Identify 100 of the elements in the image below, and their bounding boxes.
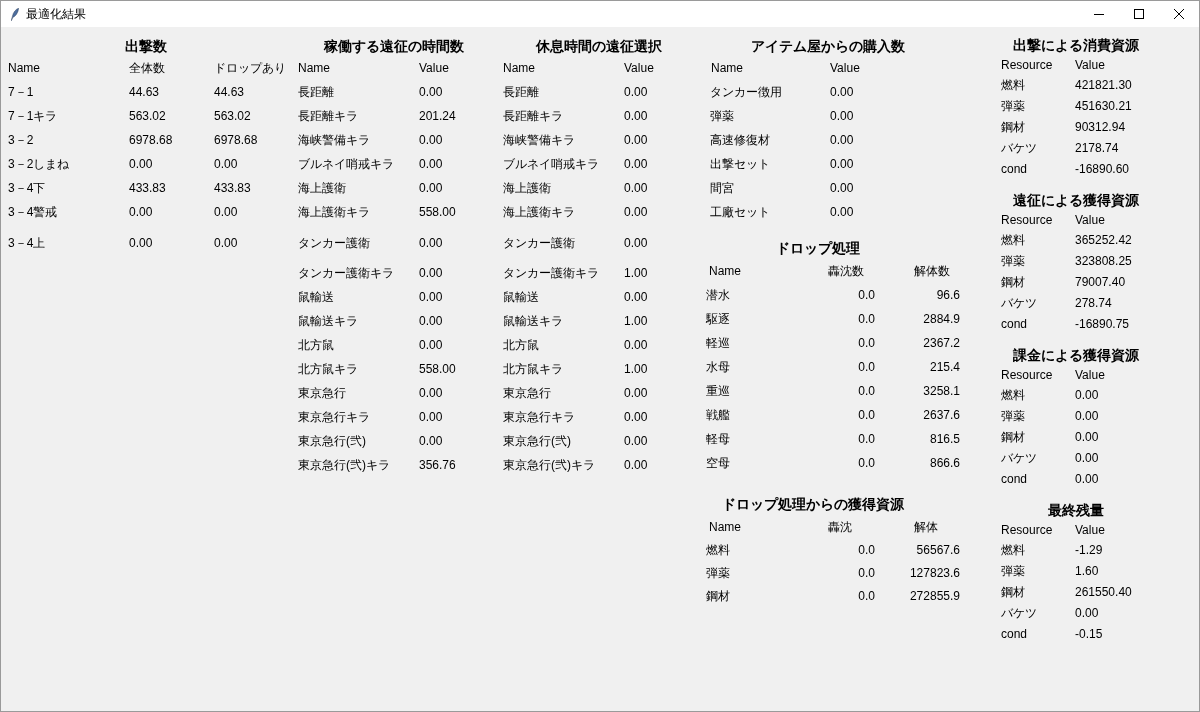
table-cell: 0.00	[129, 235, 153, 251]
table-cell: 0.0	[858, 383, 875, 399]
table-cell: 弾薬	[1001, 564, 1025, 579]
table-cell: 96.6	[936, 287, 960, 303]
column-header: Value	[624, 60, 654, 76]
table-title: 出撃による消費資源	[1013, 36, 1139, 54]
table-cell: 0.0	[858, 431, 875, 447]
column-header: Name	[709, 263, 741, 279]
table-cell: 0.00	[624, 235, 648, 251]
table-cell: 鋼材	[1001, 275, 1025, 290]
table-cell: 0.0	[858, 335, 875, 351]
table-cell: 6978.68	[214, 132, 258, 148]
table-cell: -1.29	[1075, 543, 1103, 558]
table-title: 休息時間の遠征選択	[535, 37, 662, 55]
table-cell: 0.00	[419, 433, 443, 449]
table-cell: 56567.6	[916, 543, 960, 558]
column-header: 轟沈数	[828, 263, 864, 279]
column-header: Resource	[1001, 367, 1053, 383]
table-cell: 0.00	[419, 235, 443, 251]
column-header: Name	[503, 60, 535, 76]
table-cell: 0.00	[624, 409, 648, 425]
table-cell: 0.0	[858, 311, 875, 327]
table-cell: -16890.75	[1075, 317, 1130, 332]
table-cell: 0.0	[858, 589, 875, 604]
table-cell: 0.00	[830, 132, 854, 148]
table-cell: 燃料	[1001, 388, 1025, 403]
table-cell: 空母	[706, 455, 730, 471]
table-cell: 272855.9	[909, 589, 960, 604]
column-header: Name	[298, 60, 330, 76]
table-cell: 鼠輸送	[298, 289, 334, 305]
table-cell: 軽母	[706, 431, 730, 447]
table-cell: 3－4警戒	[8, 204, 58, 220]
table-cell: 0.00	[624, 180, 648, 196]
table-cell: cond	[1001, 317, 1028, 332]
table-cell: 0.00	[214, 235, 238, 251]
table-cell: cond	[1001, 162, 1028, 177]
table-cell: 鋼材	[1001, 585, 1025, 600]
column-header: Value	[1075, 212, 1105, 228]
table-cell: 0.00	[830, 204, 854, 220]
close-icon	[1174, 9, 1184, 19]
column-header: 轟沈	[828, 519, 852, 535]
table-cell: 弾薬	[706, 566, 730, 581]
table-cell: 長距離	[503, 84, 539, 100]
table-cell: 323808.25	[1075, 254, 1132, 269]
table-cell: 3－4上	[8, 235, 46, 251]
table-cell: 433.83	[214, 180, 251, 196]
table-cell: 0.0	[858, 407, 875, 423]
table-cell: 563.02	[214, 108, 251, 124]
table-cell: 0.00	[214, 204, 238, 220]
table-cell: 7－1	[8, 84, 34, 100]
table-cell: 0.00	[624, 84, 648, 100]
table-cell: タンカー徴用	[710, 84, 782, 100]
table-cell: 長距離キラ	[298, 108, 358, 124]
table-cell: 東京急行キラ	[298, 409, 370, 425]
feather-icon	[11, 7, 19, 21]
table-cell: 0.00	[624, 108, 648, 124]
table-cell: 海上護衛	[298, 180, 346, 196]
table-cell: 0.00	[419, 289, 443, 305]
table-cell: 0.00	[419, 337, 443, 353]
table-title: ドロップ処理	[776, 239, 860, 257]
table-cell: 高速修復材	[710, 132, 770, 148]
column-header: Value	[1075, 57, 1105, 73]
table-title: 遠征による獲得資源	[1013, 191, 1139, 209]
table-cell: 2884.9	[923, 311, 960, 327]
table-cell: 水母	[706, 359, 730, 375]
table-cell: 0.0	[858, 359, 875, 375]
column-header: Value	[1075, 367, 1105, 383]
table-cell: 7－1キラ	[8, 108, 58, 124]
column-header: 全体数	[129, 60, 165, 76]
table-cell: 0.00	[830, 84, 854, 100]
table-cell: 海峡警備キラ	[298, 132, 370, 148]
minimize-icon	[1094, 13, 1104, 15]
table-cell: 燃料	[1001, 78, 1025, 93]
table-cell: 弾薬	[1001, 409, 1025, 424]
column-header: Name	[711, 60, 743, 76]
table-cell: 3258.1	[923, 383, 960, 399]
column-header: Value	[830, 60, 860, 76]
table-cell: 東京急行(弐)キラ	[503, 457, 595, 473]
table-cell: 365252.42	[1075, 233, 1132, 248]
table-cell: 3－4下	[8, 180, 46, 196]
table-cell: 海上護衛キラ	[503, 204, 575, 220]
table-cell: cond	[1001, 472, 1028, 487]
table-cell: 0.00	[624, 337, 648, 353]
table-cell: 弾薬	[710, 108, 734, 124]
table-cell: 0.00	[624, 385, 648, 401]
table-cell: 0.00	[624, 457, 648, 473]
table-cell: 0.0	[858, 287, 875, 303]
table-cell: 0.00	[419, 265, 443, 281]
table-cell: 燃料	[706, 543, 730, 558]
column-header: Value	[419, 60, 449, 76]
table-cell: 0.00	[830, 156, 854, 172]
table-cell: タンカー護衛	[298, 235, 370, 251]
table-cell: 816.5	[929, 431, 960, 447]
table-cell: 駆逐	[706, 311, 730, 327]
table-cell: 東京急行(弐)	[503, 433, 571, 449]
table-cell: 東京急行(弐)	[298, 433, 366, 449]
table-cell: 東京急行(弐)キラ	[298, 457, 390, 473]
table-cell: 0.0	[858, 543, 875, 558]
table-cell: 3－2しまね	[8, 156, 70, 172]
table-cell: 1.00	[624, 361, 648, 377]
